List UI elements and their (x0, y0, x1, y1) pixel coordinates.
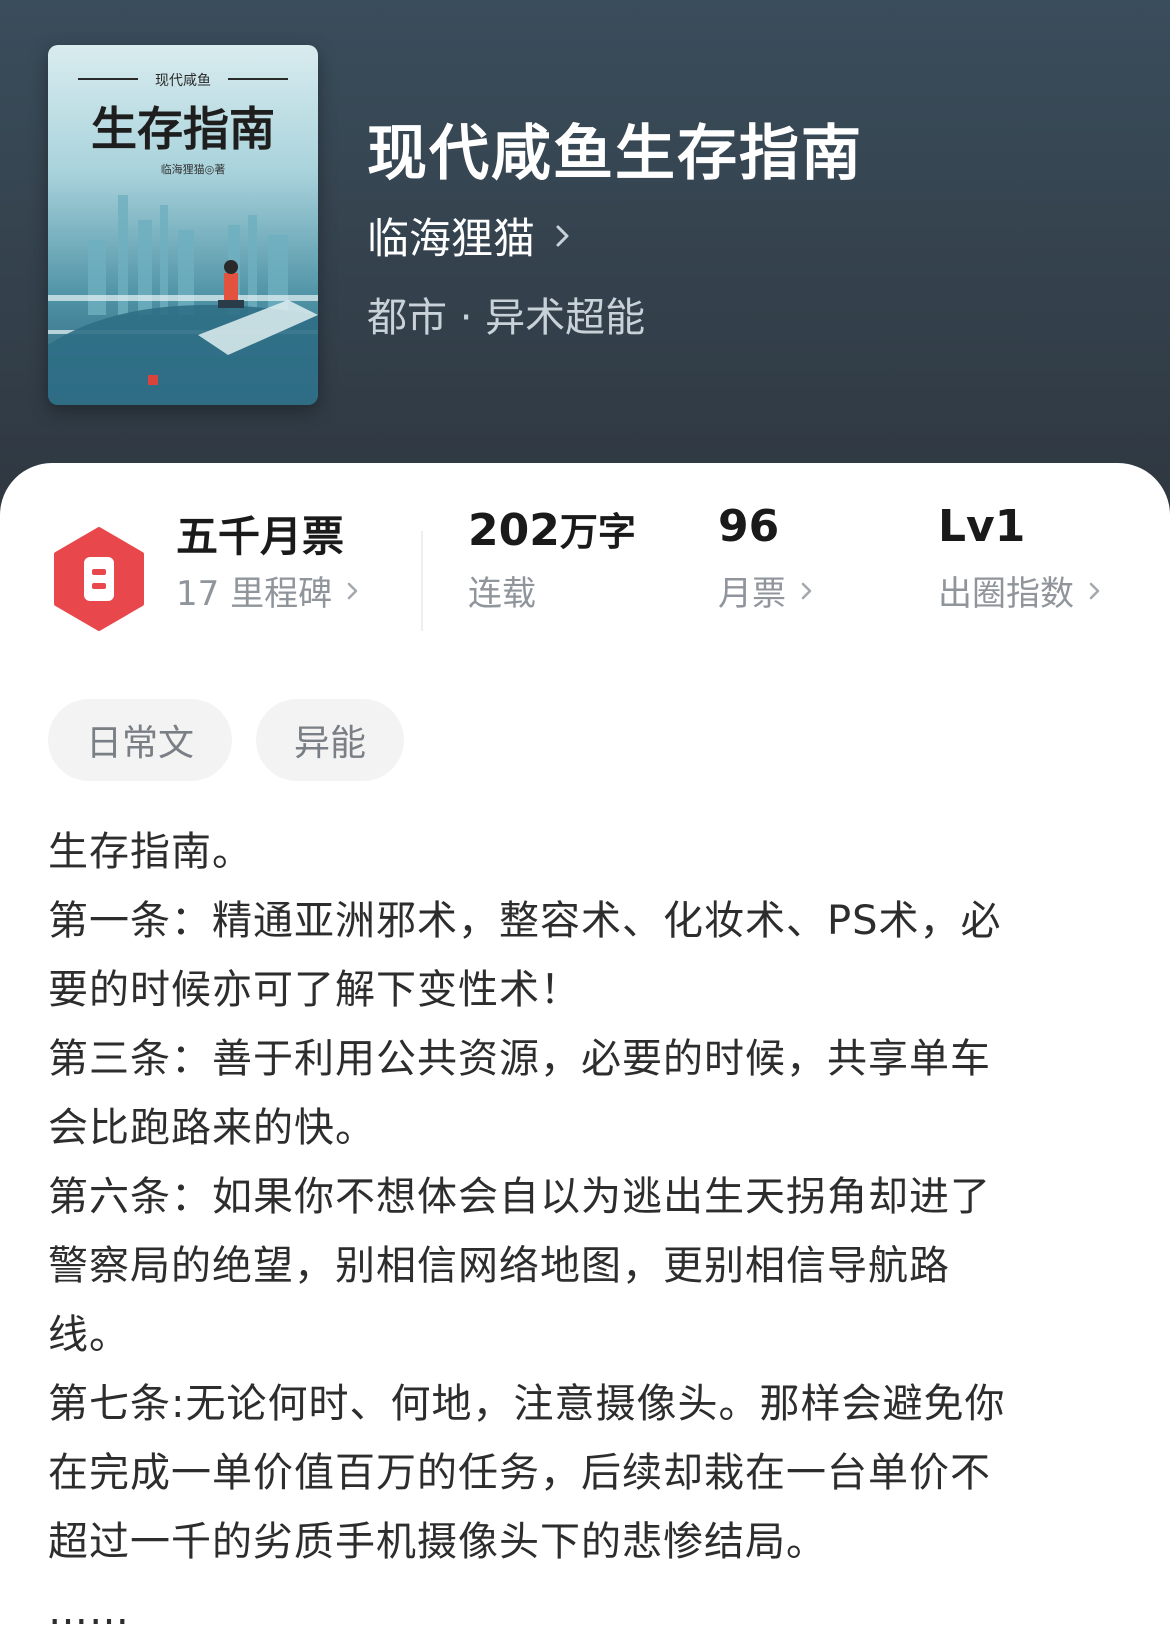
cover-title-text: 生存指南 (91, 102, 275, 156)
description-line: 在完成一单价值百万的任务，后续却栽在一台单价不 (48, 1450, 991, 1496)
author-name: 临海狸猫 (367, 214, 536, 263)
influence-index-label: 出圈指数 (938, 574, 1074, 614)
tag-daily[interactable]: 日常文 (48, 699, 233, 781)
chevron-right-icon (1084, 580, 1106, 602)
influence-level-value: Lv1 (938, 501, 1026, 552)
description-line: 线。 (48, 1312, 130, 1358)
description-line: 第七条:无论何时、何地，注意摄像头。那样会避免你 (48, 1381, 1006, 1427)
description-line: 第一条：精通亚洲邪术，整容术、化妆术、PS术，必 (48, 898, 1002, 944)
milestone-link[interactable]: 17 里程碑 (176, 566, 364, 615)
book-info-card: 五千月票 17 里程碑 202万字 连载 96 月票 Lv1 出圈指数 日常文 … (0, 463, 1170, 1652)
book-header: 现代咸鱼 生存指南 临海狸猫◎著 现代咸鱼生存指南 临海狸猫 都市 · 异术超能 (0, 0, 1170, 520)
description-ellipsis: …… (48, 1588, 130, 1634)
serial-status-label: 连载 (468, 574, 536, 614)
word-count-value: 202万字 (468, 505, 636, 556)
monthly-tickets-link[interactable]: 月票 (718, 566, 818, 615)
book-description[interactable]: 生存指南。 第一条：精通亚洲邪术，整容术、化妆术、PS术，必 要的时候亦可了解下… (48, 818, 1122, 1646)
description-line: 第三条：善于利用公共资源，必要的时候，共享单车 (48, 1036, 991, 1082)
description-line: 第六条：如果你不想体会自以为逃出生天拐角却进了 (48, 1174, 991, 1220)
cover-author-text: 临海狸猫◎著 (161, 162, 226, 176)
author-link[interactable]: 临海狸猫 (367, 205, 577, 266)
chevron-right-icon (342, 580, 364, 602)
chevron-right-icon (549, 222, 577, 250)
description-line: 超过一千的劣质手机摄像头下的悲惨结局。 (48, 1519, 827, 1565)
book-cover-image[interactable]: 现代咸鱼 生存指南 临海狸猫◎著 (48, 45, 318, 405)
influence-index-link[interactable]: 出圈指数 (938, 566, 1106, 615)
book-title: 现代咸鱼生存指南 (367, 119, 863, 189)
book-category: 都市 · 异术超能 (367, 295, 646, 341)
milestone-label: 17 里程碑 (176, 574, 333, 614)
chevron-right-icon (796, 580, 818, 602)
description-line: 警察局的绝望，别相信网络地图，更别相信导航路 (48, 1243, 950, 1289)
tag-superpower[interactable]: 异能 (256, 699, 405, 781)
tag-list: 日常文 异能 (48, 699, 405, 781)
stats-divider (421, 531, 423, 631)
monthly-tickets-label: 月票 (718, 574, 786, 614)
monthly-ticket-badge-title: 五千月票 (176, 512, 345, 561)
description-line: 生存指南。 (48, 829, 253, 875)
monthly-tickets-value: 96 (718, 501, 780, 552)
monthly-ticket-badge-icon (52, 527, 146, 635)
description-line: 会比跑路来的快。 (48, 1105, 376, 1151)
description-line: 要的时候亦可了解下变性术！ (48, 967, 581, 1013)
cover-series-text: 现代咸鱼 (155, 72, 211, 89)
